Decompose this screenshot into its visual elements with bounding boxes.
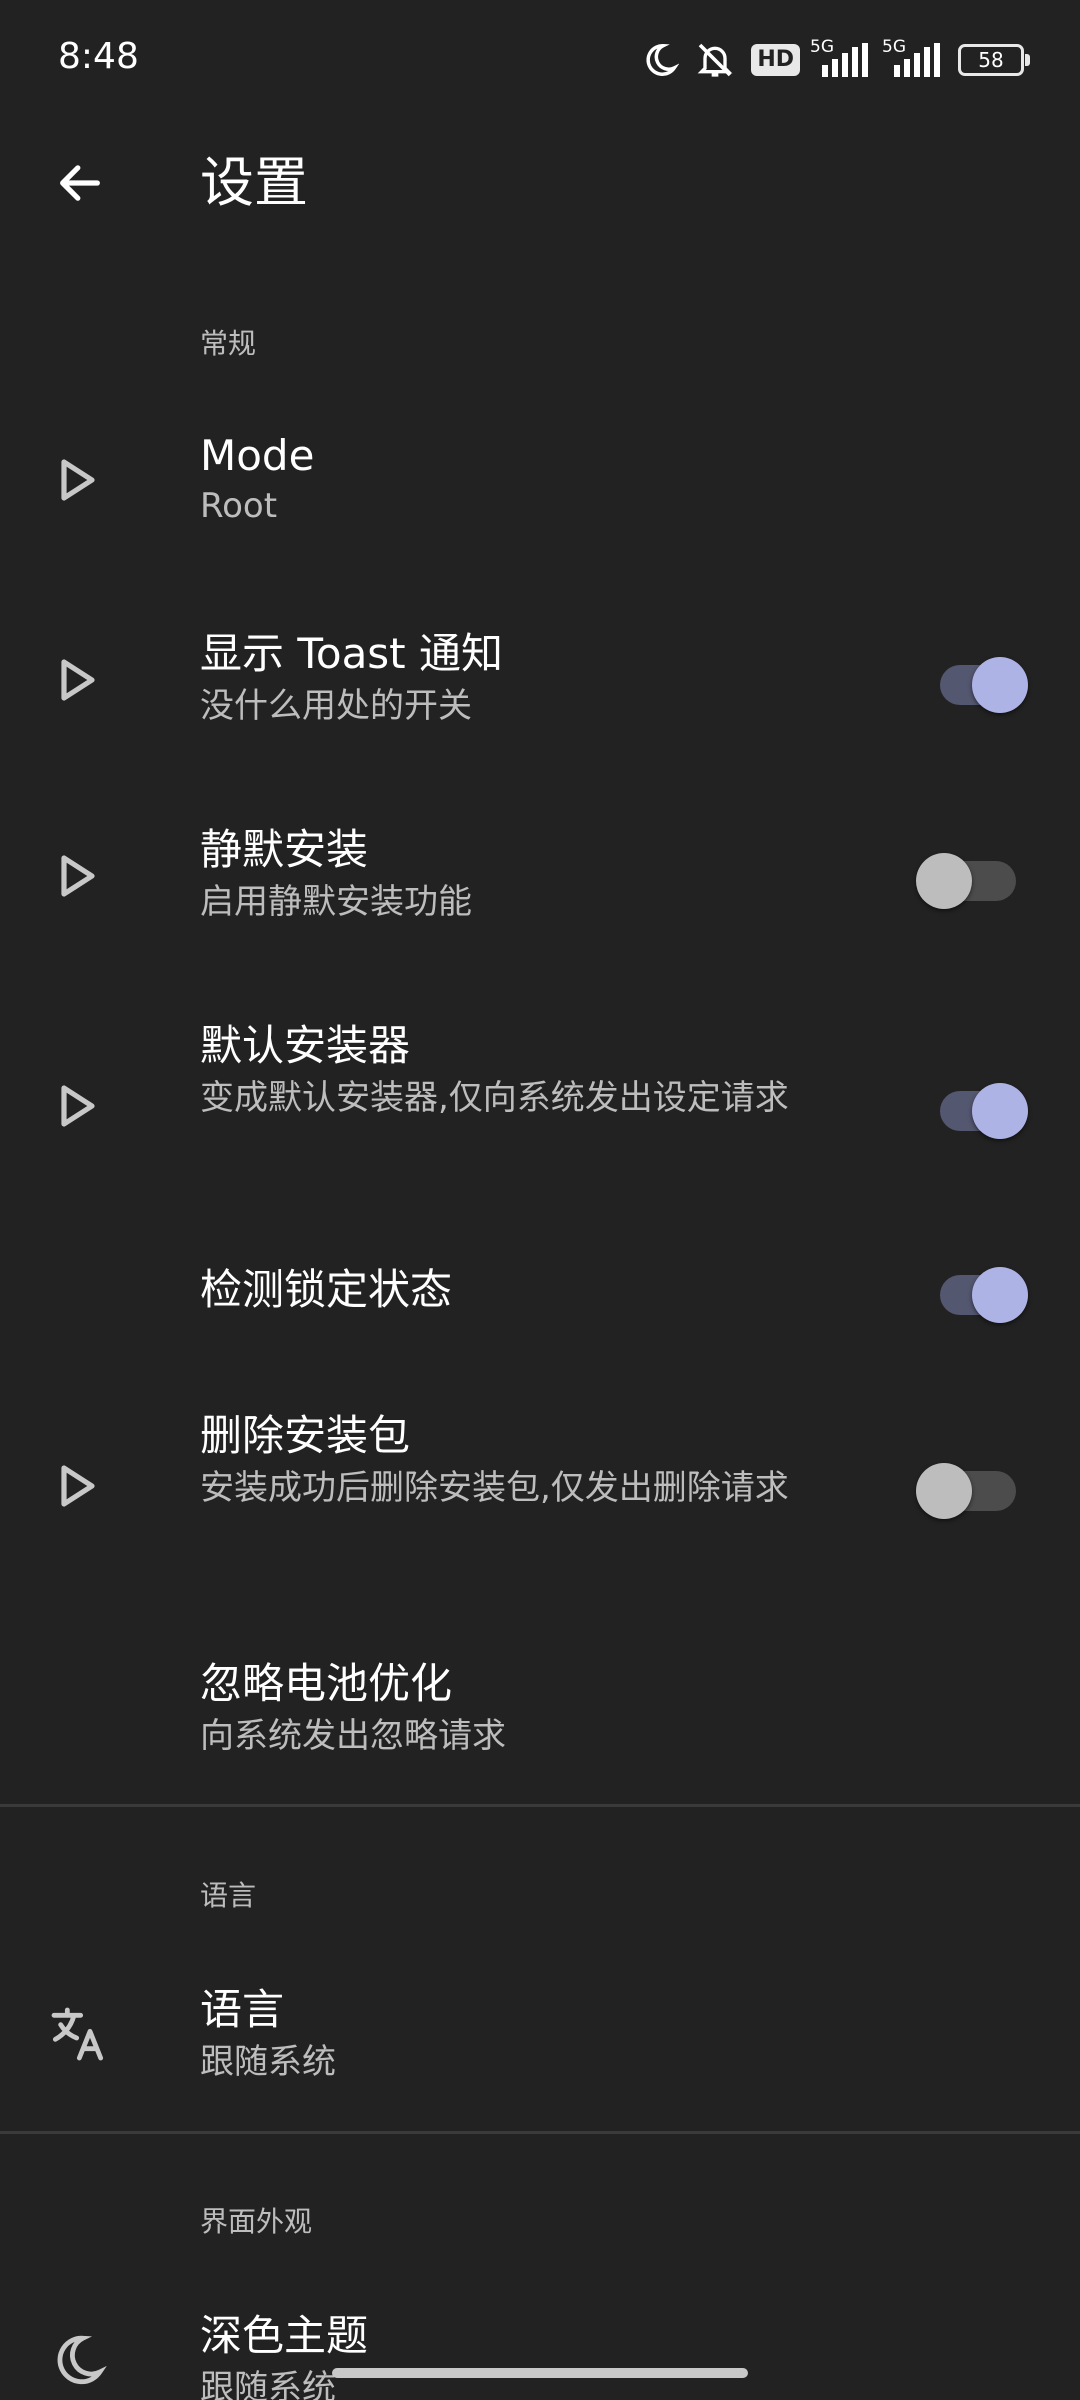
setting-subtitle: 安装成功后删除安装包,仅发出删除请求 xyxy=(200,1468,789,1508)
setting-title: 删除安装包 xyxy=(200,1411,411,1460)
section-header-general: 常规 xyxy=(200,327,257,360)
setting-subtitle: 没什么用处的开关 xyxy=(200,686,472,726)
setting-delete-package[interactable]: 删除安装包 安装成功后删除安装包,仅发出删除请求 xyxy=(0,1402,1080,1582)
setting-title: 深色主题 xyxy=(200,2311,369,2360)
default-installer-switch[interactable] xyxy=(910,1071,1030,1141)
setting-title: 默认安装器 xyxy=(200,1021,411,1070)
delete-package-switch[interactable] xyxy=(910,1451,1030,1521)
battery-level: 58 xyxy=(978,48,1004,72)
setting-title: 静默安装 xyxy=(200,825,369,874)
setting-mode[interactable]: Mode Root xyxy=(0,420,1080,550)
switch-thumb xyxy=(916,1463,972,1519)
play-outline-icon xyxy=(42,444,114,516)
play-outline-icon xyxy=(42,644,114,716)
section-header-appearance: 界面外观 xyxy=(200,2205,313,2238)
silent-install-switch[interactable] xyxy=(910,841,1030,911)
status-icons: HD 5G 5G 58 xyxy=(641,36,1030,84)
setting-title: Mode xyxy=(200,431,315,480)
setting-subtitle: 变成默认安装器,仅向系统发出设定请求 xyxy=(200,1078,789,1118)
section-header-language: 语言 xyxy=(200,1879,257,1912)
section-divider xyxy=(0,2131,1080,2134)
setting-title: 检测锁定状态 xyxy=(200,1265,453,1314)
setting-subtitle: 跟随系统 xyxy=(200,2042,336,2082)
play-outline-icon xyxy=(42,1070,114,1142)
setting-lock-detect[interactable]: 检测锁定状态 xyxy=(0,1250,1080,1330)
play-outline-icon xyxy=(42,1450,114,1522)
setting-language[interactable]: 语言 跟随系统 xyxy=(0,1976,1080,2106)
setting-title: 语言 xyxy=(200,1985,285,2034)
status-bar: 8:48 HD 5G 5G 58 xyxy=(0,0,1080,118)
setting-title: 显示 Toast 通知 xyxy=(200,629,504,678)
setting-default-installer[interactable]: 默认安装器 变成默认安装器,仅向系统发出设定请求 xyxy=(0,1012,1080,1192)
status-time: 8:48 xyxy=(58,36,139,77)
setting-silent-install[interactable]: 静默安装 启用静默安装功能 xyxy=(0,816,1080,946)
play-outline-icon xyxy=(42,840,114,912)
translate-icon xyxy=(42,1998,114,2070)
page-title: 设置 xyxy=(200,151,308,214)
net-label-2: 5G xyxy=(882,37,906,57)
lock-detect-switch[interactable] xyxy=(910,1255,1030,1325)
battery-icon: 58 xyxy=(958,44,1030,76)
moon-icon xyxy=(646,44,680,76)
setting-battery-optimization[interactable]: 忽略电池优化 向系统发出忽略请求 xyxy=(0,1650,1080,1770)
moon-icon xyxy=(42,2324,114,2396)
setting-toast[interactable]: 显示 Toast 通知 没什么用处的开关 xyxy=(0,620,1080,750)
mute-icon xyxy=(697,43,733,77)
back-button[interactable] xyxy=(40,143,120,223)
home-indicator[interactable] xyxy=(332,2368,748,2378)
app-bar: 设置 xyxy=(0,118,1080,248)
net-label-1: 5G xyxy=(810,37,834,57)
arrow-left-icon xyxy=(60,165,100,201)
switch-thumb xyxy=(972,1083,1028,1139)
signal-icon: 5G xyxy=(810,37,872,77)
section-divider xyxy=(0,1804,1080,1807)
setting-subtitle: 向系统发出忽略请求 xyxy=(200,1716,506,1756)
switch-thumb xyxy=(916,853,972,909)
switch-thumb xyxy=(972,1267,1028,1323)
setting-dark-theme[interactable]: 深色主题 跟随系统 xyxy=(0,2302,1080,2400)
toast-switch[interactable] xyxy=(910,645,1030,715)
switch-thumb xyxy=(972,657,1028,713)
setting-subtitle: 启用静默安装功能 xyxy=(200,882,472,922)
hd-badge: HD xyxy=(751,44,800,76)
setting-title: 忽略电池优化 xyxy=(200,1659,453,1708)
setting-subtitle: Root xyxy=(200,486,278,526)
signal-icon-2: 5G xyxy=(882,37,944,77)
